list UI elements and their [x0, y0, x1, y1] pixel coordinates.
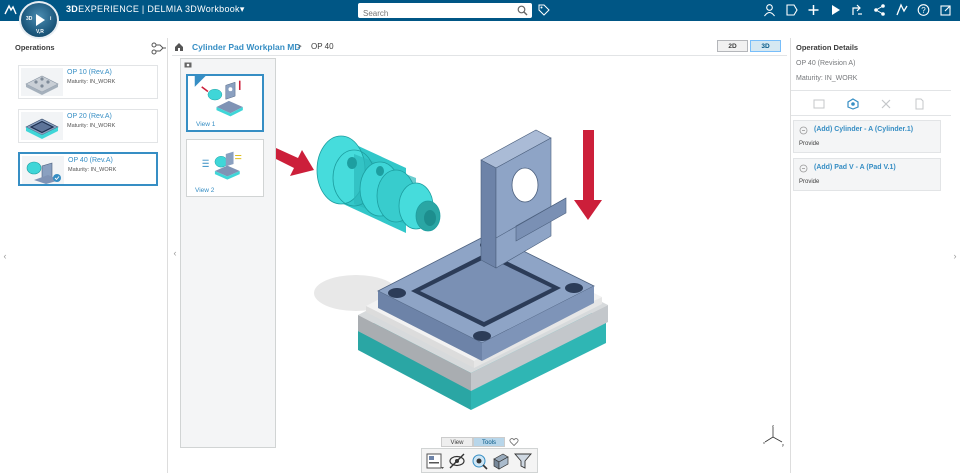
app-name[interactable]: 3DWorkbook: [185, 4, 240, 14]
search-input[interactable]: [358, 6, 508, 21]
svg-text:x: x: [763, 440, 765, 445]
breadcrumb-current: OP 40: [311, 42, 334, 51]
pad-v-part: [480, 129, 567, 269]
favorite-icon[interactable]: [509, 437, 519, 447]
operation-details-panel: Operation Details OP 40 (Revision A) Mat…: [790, 38, 951, 473]
tab-document-icon[interactable]: [913, 97, 925, 110]
operations-panel: Operations OP 10 (Rev.A) Maturity: IN_WO…: [10, 38, 168, 473]
mode-2d-button[interactable]: 2D: [717, 40, 748, 52]
operation-maturity: Maturity: IN_WORK: [67, 79, 116, 85]
red-arrow-down: [574, 130, 602, 220]
axis-compass-icon: z x y: [763, 424, 784, 447]
mode-3d-button[interactable]: 3D: [750, 40, 781, 52]
view-card-1[interactable]: View 1: [186, 74, 264, 132]
measure-icon[interactable]: [469, 451, 489, 471]
view-selector-icon[interactable]: [425, 451, 445, 471]
3d-viewport[interactable]: [274, 58, 788, 448]
brand-title: 3DEXPERIENCE | DELMIA 3DWorkbook▾: [66, 4, 245, 15]
operation-name: OP 40 (Rev.A): [68, 157, 113, 164]
details-revision: OP 40 (Revision A): [796, 60, 856, 67]
search-box: [358, 3, 532, 21]
user-icon[interactable]: [763, 3, 776, 17]
detail-item-name: (Add) Cylinder - A (Cylinder.1): [814, 126, 914, 133]
section-icon[interactable]: [491, 451, 511, 471]
play-icon[interactable]: [829, 3, 842, 17]
camera-icon[interactable]: [184, 61, 192, 68]
operation-card-op20[interactable]: OP 20 (Rev.A) Maturity: IN_WORK: [18, 109, 158, 143]
red-arrow-left: [274, 148, 314, 176]
operation-thumbnail: [22, 156, 64, 184]
view-label: View 2: [195, 187, 215, 194]
compass-vr-label: V,R: [36, 29, 44, 35]
operation-name: OP 10 (Rev.A): [67, 69, 112, 76]
collapse-left-panel-icon[interactable]: ‹: [1, 250, 9, 262]
collapse-views-icon[interactable]: ‹: [171, 247, 179, 259]
details-tabs: [791, 90, 951, 116]
tab-tools-icon[interactable]: [880, 97, 892, 109]
tab-view[interactable]: View: [441, 437, 473, 447]
operation-maturity: Maturity: IN_WORK: [68, 167, 117, 173]
tab-parts-icon[interactable]: [847, 97, 859, 110]
operation-maturity: Maturity: IN_WORK: [67, 123, 116, 129]
brand-bold: 3D: [66, 4, 79, 14]
breadcrumb: Cylinder Pad Workplan MD > OP 40 2D 3D: [172, 38, 787, 56]
compass-button[interactable]: 3D i V,R: [19, 1, 59, 39]
help-icon[interactable]: ?: [917, 3, 930, 17]
fullscreen-icon[interactable]: [939, 3, 952, 17]
breadcrumb-plan-link[interactable]: Cylinder Pad Workplan MD: [192, 42, 300, 52]
top-bar: 3DEXPERIENCE | DELMIA 3DWorkbook▾ ?: [0, 0, 960, 21]
svg-text:y: y: [782, 442, 784, 447]
detail-item-name: (Add) Pad V - A (Pad V.1): [814, 164, 896, 171]
svg-text:?: ?: [921, 6, 926, 15]
tab-tools[interactable]: Tools: [473, 437, 505, 447]
compass-play-icon: [36, 14, 45, 26]
views-strip: View 1 View 2: [180, 58, 276, 448]
detail-item-value: Provide: [799, 141, 820, 147]
bottom-tabs: View Tools: [441, 437, 505, 447]
collaborate-icon[interactable]: [851, 3, 864, 17]
compass-i-label: i: [50, 16, 52, 22]
view-label: View 1: [196, 121, 216, 128]
apps-icon[interactable]: [895, 3, 908, 17]
breadcrumb-separator: >: [297, 42, 302, 51]
detail-item-value: Provide: [799, 179, 820, 185]
3d-scene: [274, 129, 608, 410]
add-icon[interactable]: [807, 3, 820, 17]
share-icon[interactable]: [873, 3, 886, 17]
share-tag-icon[interactable]: [785, 3, 798, 17]
tab-info-icon[interactable]: [813, 97, 825, 109]
flow-diagram-icon[interactable]: [151, 40, 167, 56]
ds-logo-icon: [4, 4, 17, 15]
filter-icon[interactable]: [513, 451, 533, 471]
operation-name: OP 20 (Rev.A): [67, 113, 112, 120]
svg-text:z: z: [772, 424, 774, 428]
tools-strip: [421, 448, 538, 473]
view-thumbnail: [194, 76, 243, 117]
details-maturity: Maturity: IN_WORK: [796, 75, 858, 82]
operation-thumbnail: [21, 68, 63, 96]
compass-3d-label: 3D: [26, 16, 33, 22]
operation-card-op10[interactable]: OP 10 (Rev.A) Maturity: IN_WORK: [18, 65, 158, 99]
detail-item-cylinder[interactable]: (Add) Cylinder - A (Cylinder.1) Provide: [793, 120, 941, 153]
view-thumbnail: [202, 151, 242, 180]
search-icon[interactable]: [517, 5, 528, 16]
hide-show-icon[interactable]: [447, 451, 467, 471]
operations-title: Operations: [15, 43, 55, 52]
details-title: Operation Details: [796, 43, 859, 52]
top-icons: ?: [763, 3, 952, 17]
link-icon: [799, 164, 808, 173]
home-icon[interactable]: [174, 42, 184, 52]
chevron-down-icon[interactable]: ▾: [240, 4, 245, 14]
tag-icon[interactable]: [538, 4, 550, 16]
operation-thumbnail: [21, 112, 63, 140]
link-icon: [799, 126, 808, 135]
cylinder-part: [316, 135, 441, 233]
collapse-right-panel-icon[interactable]: ›: [951, 250, 959, 262]
operation-card-op40[interactable]: OP 40 (Rev.A) Maturity: IN_WORK: [18, 152, 158, 186]
brand-rest: EXPERIENCE | DELMIA: [78, 4, 183, 14]
detail-item-pad[interactable]: (Add) Pad V - A (Pad V.1) Provide: [793, 158, 941, 191]
view-card-2[interactable]: View 2: [186, 139, 264, 197]
